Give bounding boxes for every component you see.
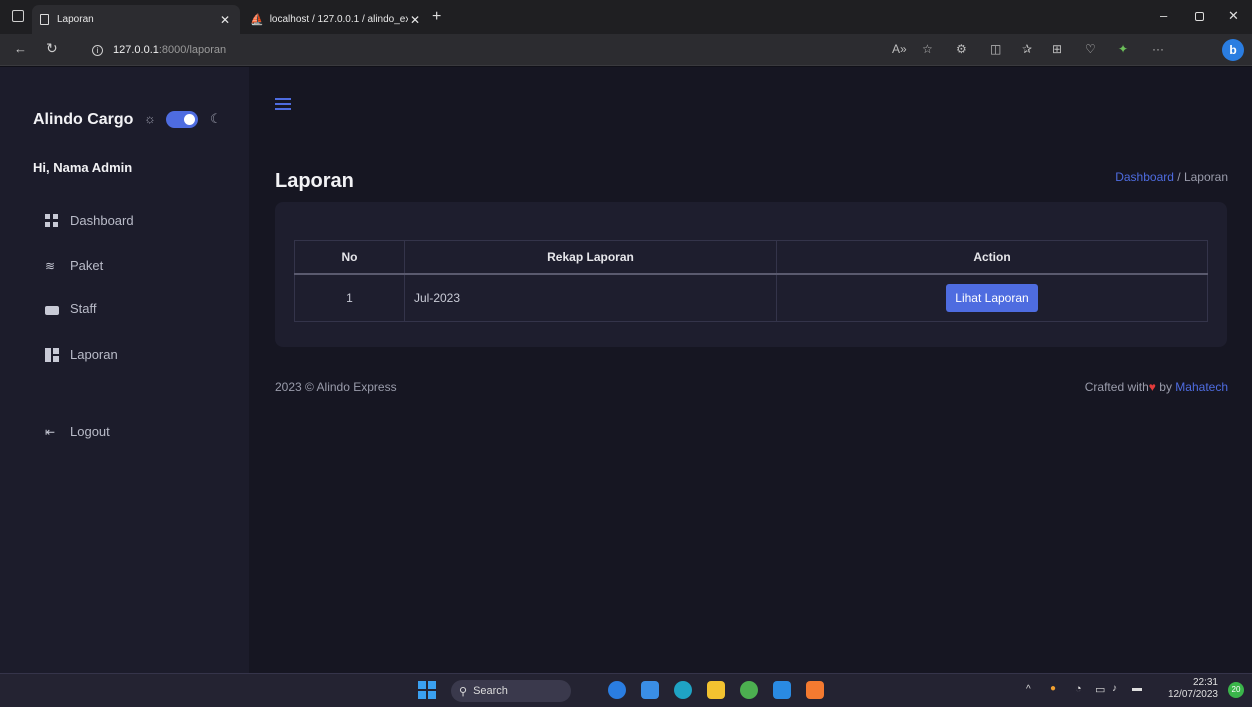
- display-icon[interactable]: ▭: [1095, 683, 1105, 696]
- briefcase-icon: [45, 306, 59, 315]
- tab-title: Laporan: [57, 14, 94, 25]
- restore-icon[interactable]: [1195, 12, 1204, 21]
- tray-chevron-icon[interactable]: ^: [1026, 684, 1031, 695]
- breadcrumb-dashboard-link[interactable]: Dashboard: [1115, 170, 1174, 184]
- new-tab-icon[interactable]: +: [432, 8, 441, 26]
- page-icon: [40, 14, 49, 25]
- taskbar-search[interactable]: ⚲ Search: [451, 680, 571, 702]
- footer-copyright: 2023 © Alindo Express: [275, 380, 397, 394]
- edge-icon[interactable]: [674, 681, 692, 699]
- main-content: [249, 67, 1252, 673]
- volume-icon[interactable]: ♪: [1112, 683, 1117, 694]
- footer-crafted: Crafted with: [1084, 380, 1149, 394]
- sidebar-item-staff[interactable]: Staff: [45, 301, 97, 316]
- xampp-icon[interactable]: [806, 681, 824, 699]
- logout-link[interactable]: ⇤ Logout: [45, 424, 110, 439]
- layers-icon: ≋: [45, 258, 56, 273]
- layout-icon: [45, 347, 59, 362]
- minimize-icon[interactable]: –: [1160, 8, 1167, 23]
- tab-laporan[interactable]: Laporan ✕: [32, 5, 240, 34]
- menu-toggle-icon[interactable]: [275, 96, 291, 112]
- browser-tab-bar: Laporan ✕ ⛵ localhost / 127.0.0.1 / alin…: [0, 0, 1252, 34]
- bing-icon[interactable]: [608, 681, 626, 699]
- close-window-icon[interactable]: ✕: [1228, 8, 1239, 24]
- clock-date: 12/07/2023: [1167, 689, 1218, 700]
- network-icon[interactable]: ◔: [1075, 683, 1082, 695]
- cell-rekap: Jul-2023: [404, 273, 777, 322]
- column-header-rekap: Rekap Laporan: [404, 240, 777, 275]
- sidebar: [0, 67, 249, 673]
- moon-icon: ☾: [210, 111, 222, 126]
- lihat-laporan-button[interactable]: Lihat Laporan: [946, 283, 1038, 312]
- breadcrumb: Dashboard / Laporan: [1115, 170, 1228, 184]
- file-explorer-icon[interactable]: [707, 681, 725, 699]
- page-title: Laporan: [275, 170, 354, 192]
- collections-icon[interactable]: ⊞: [1052, 42, 1062, 56]
- footer-author-link[interactable]: Mahatech: [1175, 380, 1228, 394]
- breadcrumb-separator: /: [1177, 170, 1181, 184]
- tray-app-icon[interactable]: ●: [1050, 683, 1056, 694]
- taskbar-clock[interactable]: 22:31 12/07/2023: [1168, 677, 1218, 701]
- windows-start-icon[interactable]: [418, 681, 436, 699]
- sidebar-item-label: Dashboard: [70, 213, 134, 228]
- more-icon[interactable]: ···: [1152, 42, 1164, 56]
- vscode-icon[interactable]: [773, 681, 791, 699]
- split-screen-icon[interactable]: ◫: [990, 42, 1001, 56]
- breadcrumb-current: Laporan: [1183, 170, 1228, 184]
- bing-chat-icon[interactable]: b: [1222, 39, 1244, 61]
- browser-essentials-icon[interactable]: ♡: [1085, 42, 1096, 56]
- cell-no: 1: [294, 273, 405, 322]
- sidebar-item-laporan[interactable]: Laporan: [45, 347, 118, 362]
- back-icon[interactable]: ←: [14, 41, 27, 56]
- toggle-knob: [184, 114, 195, 125]
- battery-icon[interactable]: ▬: [1132, 683, 1142, 694]
- chrome-icon[interactable]: [740, 681, 758, 699]
- sidebar-item-dashboard[interactable]: Dashboard: [45, 213, 134, 228]
- footer-credit: Crafted with♥ by Mahatech: [1085, 380, 1228, 394]
- favorite-star-icon[interactable]: ☆: [922, 42, 933, 56]
- mail-icon[interactable]: [641, 681, 659, 699]
- sidebar-item-label: Laporan: [70, 347, 118, 362]
- refresh-icon[interactable]: ↻: [46, 40, 58, 57]
- sidebar-item-label: Paket: [70, 258, 104, 273]
- profile-extension-icon[interactable]: ✦: [1118, 42, 1128, 56]
- cell-action: Lihat Laporan: [776, 273, 1208, 322]
- search-icon: ⚲: [459, 685, 468, 698]
- read-aloud-icon[interactable]: A»: [892, 42, 907, 56]
- sidebar-item-paket[interactable]: ≋ Paket: [45, 258, 103, 273]
- table-header-row: No Rekap Laporan Action: [294, 240, 1208, 275]
- windows-taskbar: [0, 673, 1252, 707]
- url-host: 127.0.0.1: [113, 44, 159, 56]
- theme-toggle[interactable]: [166, 111, 198, 128]
- notification-badge[interactable]: 20: [1228, 682, 1244, 698]
- sidebar-item-label: Staff: [70, 301, 97, 316]
- extensions-icon[interactable]: ⚙: [956, 42, 967, 56]
- table-row: 1 Jul-2023 Lihat Laporan: [294, 273, 1208, 322]
- logout-icon: ⇤: [45, 424, 56, 439]
- tab-phpmyadmin[interactable]: ⛵ localhost / 127.0.0.1 / alindo_exp ✕: [242, 5, 428, 34]
- sun-icon: ☼: [144, 111, 156, 126]
- report-table: No Rekap Laporan Action 1 Jul-2023 Lihat…: [294, 240, 1208, 322]
- clock-time: 22:31: [1192, 677, 1218, 688]
- tab-actions-icon[interactable]: [12, 10, 24, 22]
- column-header-action: Action: [776, 240, 1208, 275]
- url-path: :8000/laporan: [158, 44, 227, 56]
- brand-name[interactable]: Alindo Cargo: [33, 111, 133, 129]
- phpmyadmin-icon: ⛵: [250, 14, 264, 26]
- search-label: Search: [473, 685, 508, 697]
- logout-label: Logout: [70, 424, 110, 439]
- url-field[interactable]: i 127.0.0.1:8000/laporan: [92, 40, 242, 60]
- tab-title: localhost / 127.0.0.1 / alindo_exp: [269, 14, 408, 25]
- favorites-icon[interactable]: ✰: [1022, 42, 1032, 56]
- footer-by: by: [1159, 380, 1172, 394]
- close-icon[interactable]: ✕: [220, 13, 230, 27]
- info-icon: i: [92, 44, 103, 56]
- grid-icon: [45, 213, 59, 228]
- admin-greeting: Hi, Nama Admin: [33, 160, 133, 175]
- column-header-no: No: [294, 240, 405, 275]
- heart-icon: ♥: [1148, 380, 1156, 394]
- close-icon[interactable]: ✕: [410, 13, 420, 27]
